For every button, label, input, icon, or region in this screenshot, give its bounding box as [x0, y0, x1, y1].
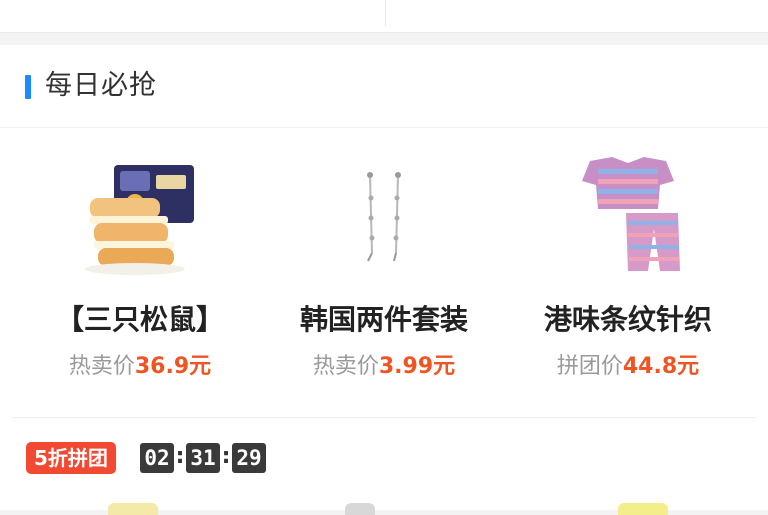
price-label: 热卖价: [312, 354, 379, 379]
section-divider: [12, 417, 756, 418]
product-card[interactable]: 港味条纹针织 拼团价44.8元: [500, 145, 756, 420]
timer-minutes: 31: [186, 443, 220, 473]
product-name: 【三只松鼠】: [55, 303, 224, 336]
product-card[interactable]: 【三只松鼠】 热卖价36.9元: [12, 145, 268, 420]
product-price: 拼团价44.8元: [500, 352, 756, 382]
price-value: 3.99元: [378, 354, 456, 379]
countdown-timer: 02:31:29: [140, 443, 266, 473]
product-card[interactable]: 韩国两件套装 热卖价3.99元: [256, 145, 512, 420]
bread-snack-icon: [85, 165, 194, 275]
next-row-thumb-peek: [108, 503, 158, 515]
price-label: 拼团价: [556, 354, 623, 379]
timer-hours: 02: [140, 443, 174, 473]
promo-badge[interactable]: 5折拼团: [26, 442, 116, 474]
section-header: 每日必抢: [0, 45, 768, 128]
product-row: 【三只松鼠】 热卖价36.9元 韩国两件套装 热卖价3.99元 港味条纹针织 拼…: [0, 145, 768, 420]
daily-deals-section: 每日必抢 【三只松鼠】 热卖价36.9元 韩国两件套装 热卖价3.99元 港味条…: [0, 45, 768, 515]
earrings-icon: [367, 172, 401, 262]
striped-pajamas-icon: [582, 157, 680, 271]
product-name: 港味条纹针织: [543, 303, 712, 336]
section-title: 每日必抢: [45, 70, 157, 101]
next-row-thumb-peek: [618, 503, 668, 515]
top-strip: [0, 0, 768, 33]
product-name: 韩国两件套装: [299, 303, 468, 336]
section-accent-bar: [25, 75, 31, 99]
next-row-thumb-peek: [345, 503, 375, 515]
price-value: 36.9元: [134, 354, 212, 379]
product-price: 热卖价3.99元: [256, 352, 512, 382]
timer-colon: :: [221, 444, 231, 469]
product-price: 热卖价36.9元: [12, 352, 268, 382]
price-label: 热卖价: [68, 354, 135, 379]
top-strip-divider: [385, 0, 386, 26]
price-value: 44.8元: [622, 354, 700, 379]
timer-seconds: 29: [232, 443, 266, 473]
timer-colon: :: [175, 444, 185, 469]
